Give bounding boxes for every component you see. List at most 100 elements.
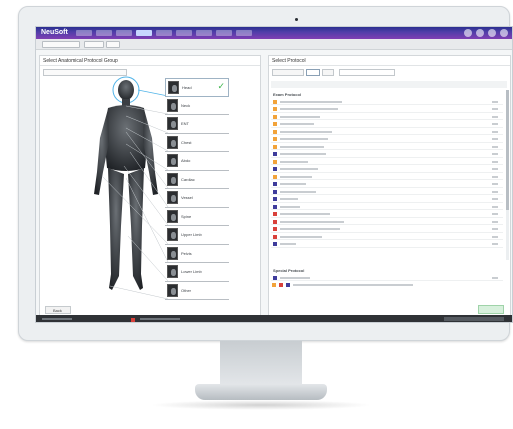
checkmark-icon: ✓ (217, 81, 225, 91)
body-right-arm (143, 109, 158, 195)
group-label: Special Protocol (273, 268, 305, 273)
app-header: NeuSoft (36, 27, 512, 39)
nav-item[interactable] (116, 30, 132, 36)
window-controls (464, 29, 508, 37)
spine-thumbnail (167, 209, 178, 223)
protocol-group-label: Pelvis (181, 250, 192, 256)
protocol-row[interactable] (271, 143, 503, 151)
record-indicator-icon (131, 317, 135, 322)
monitor-stand-neck (220, 341, 302, 387)
nav-item[interactable] (196, 30, 212, 36)
body-left-arm (94, 109, 109, 195)
protocol-group-neck[interactable]: Neck (165, 97, 229, 115)
protocol-row[interactable] (271, 188, 503, 196)
status-bar (36, 315, 512, 322)
human-body-figure[interactable] (90, 76, 162, 301)
legend-swatch (286, 283, 290, 287)
protocol-group-label: Head (182, 85, 192, 90)
protocol-row[interactable] (271, 233, 503, 241)
toolbar-button[interactable] (84, 41, 104, 48)
back-button-label: Back (53, 308, 62, 313)
protocol-row[interactable] (271, 181, 503, 188)
user-icon[interactable] (476, 29, 484, 37)
tab[interactable] (272, 69, 304, 76)
protocol-row[interactable] (271, 136, 503, 143)
panel-title: Select Anatomical Protocol Group (43, 58, 118, 64)
nav-item[interactable] (216, 30, 232, 36)
scroll-thumb[interactable] (506, 90, 509, 210)
status-text (140, 318, 180, 320)
protocol-group-label: Cardiac (181, 176, 195, 182)
legend-text (293, 284, 413, 286)
head-thumbnail (168, 81, 179, 94)
scrollbar[interactable] (506, 90, 509, 260)
protocol-group-label: Lower Limb (181, 269, 202, 274)
monitor-stand-base (195, 384, 327, 400)
protocol-group-spine[interactable]: Spine (165, 208, 229, 226)
protocol-row[interactable] (271, 106, 503, 113)
protocol-row[interactable] (271, 158, 503, 166)
protocol-group-list: Head ✓ Neck ENT Chest Abdo Cardiac Vesse… (165, 78, 229, 300)
vessel-thumbnail (167, 191, 178, 204)
protocol-row[interactable] (271, 173, 503, 181)
status-text (42, 318, 72, 320)
upper-limb-thumbnail (167, 228, 178, 241)
protocol-group-ent[interactable]: ENT (165, 115, 229, 134)
protocol-row[interactable] (271, 274, 503, 282)
protocol-group-upper-limb[interactable]: Upper Limb (165, 226, 229, 245)
patient-button[interactable] (42, 41, 80, 48)
protocol-group-label: Neck (181, 102, 191, 108)
tab[interactable] (322, 69, 334, 76)
protocol-group-label: Other (181, 287, 192, 293)
toolbar-button[interactable] (106, 41, 120, 48)
legend-swatch (272, 283, 276, 287)
protocol-row[interactable] (271, 113, 503, 121)
other-thumbnail (167, 283, 178, 297)
close-icon[interactable] (500, 29, 508, 37)
protocol-row[interactable] (271, 196, 503, 203)
protocol-row[interactable] (271, 121, 503, 128)
help-icon[interactable] (488, 29, 496, 37)
protocol-row[interactable] (271, 203, 503, 211)
nav-item[interactable] (76, 30, 92, 36)
protocol-group-head[interactable]: Head ✓ (165, 78, 229, 97)
back-button[interactable]: Back (45, 306, 71, 314)
nav-item-active[interactable] (136, 30, 152, 36)
protocol-group-abdo[interactable]: Abdo (165, 152, 229, 171)
protocol-group-other[interactable]: Other (165, 282, 229, 300)
list-header (271, 81, 507, 88)
protocol-group-vessel[interactable]: Vessel (165, 189, 229, 208)
protocol-row[interactable] (271, 211, 503, 218)
protocol-group-lower-limb[interactable]: Lower Limb (165, 263, 229, 282)
settings-icon[interactable] (464, 29, 472, 37)
protocol-row[interactable] (271, 128, 503, 136)
body-region-select[interactable] (43, 69, 127, 76)
protocol-row[interactable] (271, 166, 503, 173)
tab-active[interactable] (306, 69, 320, 76)
body-neck (122, 99, 130, 106)
protocol-row[interactable] (271, 241, 503, 248)
nav-item[interactable] (236, 30, 252, 36)
protocol-group-label: Vessel (181, 195, 193, 200)
ent-thumbnail (167, 117, 178, 130)
protocol-group-cardiac[interactable]: Cardiac (165, 171, 229, 189)
confirm-button[interactable] (478, 305, 504, 314)
protocol-row[interactable] (271, 98, 503, 106)
protocol-legend (272, 283, 413, 287)
cardiac-thumbnail (167, 172, 178, 186)
lower-limb-thumbnail (167, 265, 178, 278)
nav-item[interactable] (156, 30, 172, 36)
nav-item[interactable] (96, 30, 112, 36)
app-screen: NeuSoft Select Anatomical Protocol Group… (35, 26, 513, 323)
nav-item[interactable] (176, 30, 192, 36)
search-input[interactable] (339, 69, 395, 76)
protocol-row[interactable] (271, 218, 503, 226)
protocol-row[interactable] (271, 226, 503, 233)
status-icons (444, 317, 504, 321)
protocol-group-chest[interactable]: Chest (165, 134, 229, 152)
protocol-row[interactable] (271, 151, 503, 158)
webcam-dot (295, 18, 298, 21)
app-logo: NeuSoft (41, 29, 68, 36)
protocol-tabs (272, 69, 334, 76)
protocol-group-pelvis[interactable]: Pelvis (165, 245, 229, 263)
